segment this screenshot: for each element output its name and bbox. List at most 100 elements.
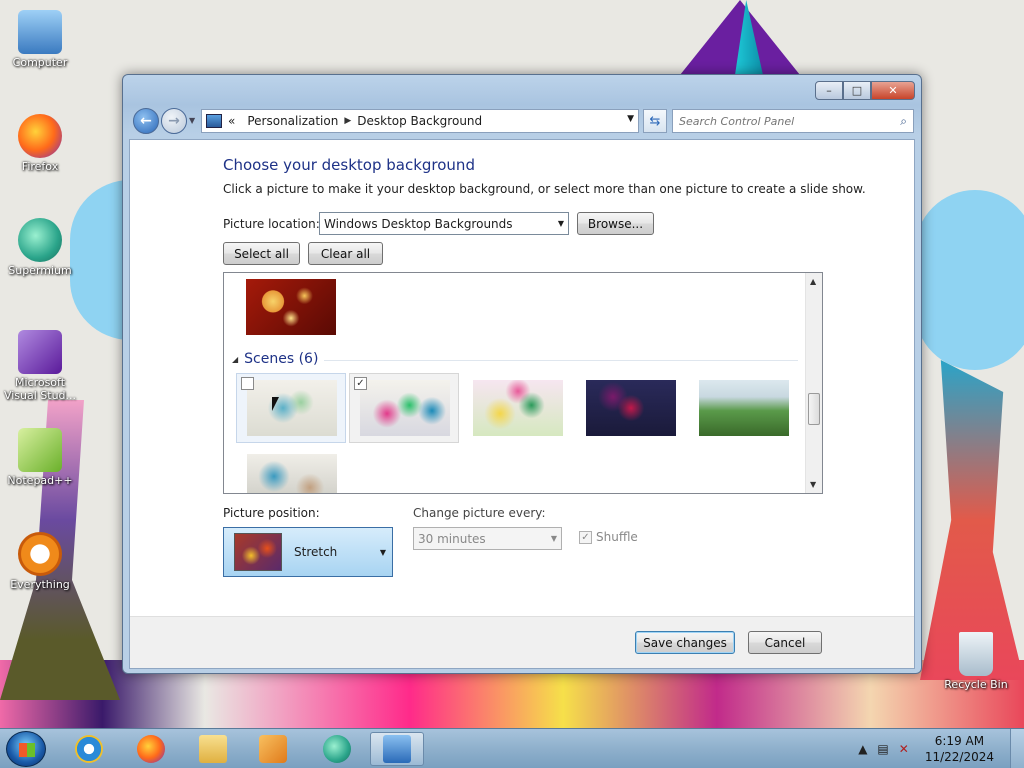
change-picture-dropdown[interactable]: 30 minutes ▼ [413,527,562,550]
show-hidden-icons-button[interactable]: ▲ [858,742,867,756]
taskbar-firefox[interactable] [124,732,178,766]
taskbar-internet-explorer[interactable] [62,732,116,766]
desktop-icon-label: Notepad++ [7,474,73,487]
wallpaper-shape [915,190,1024,370]
notepadpp-icon [18,428,62,472]
breadcrumb-separator-icon[interactable]: ▶ [344,116,351,126]
volume-muted-icon[interactable]: ✕ [899,742,909,756]
network-icon[interactable]: ▤ [877,742,888,756]
desktop-icon-supermium[interactable]: Supermium [2,218,78,277]
desktop-icon-computer[interactable]: Computer [2,10,78,69]
picture-checkbox[interactable] [241,377,254,390]
search-input[interactable] [679,114,901,128]
shuffle-checkbox[interactable]: ✓ [579,530,592,544]
save-changes-button[interactable]: Save changes [635,631,735,654]
picture-location-dropdown[interactable]: Windows Desktop Backgrounds ▼ [319,212,569,235]
picture-position-dropdown[interactable]: Stretch ▼ [223,527,393,577]
forward-button[interactable]: → [161,108,187,134]
scroll-up-icon[interactable]: ▲ [810,277,816,286]
taskbar-control-panel[interactable] [370,732,424,766]
desktop-background-window: – □ ✕ ← → ▼ « Personalization ▶ Desktop … [122,74,922,674]
refresh-button[interactable]: ⇆ [643,109,667,133]
browse-button[interactable]: Browse... [577,212,654,235]
start-button[interactable] [6,731,46,767]
clear-all-button[interactable]: Clear all [308,242,383,265]
taskbar-supermium[interactable] [310,732,364,766]
desktop-icon-recycle-bin[interactable]: Recycle Bin [938,632,1014,691]
chevron-down-icon: ▼ [379,547,386,557]
picture-thumbnail [247,380,337,436]
picture-thumbnail[interactable] [246,279,336,335]
dialog-footer: Save changes Cancel [130,616,914,668]
taskbar-file-explorer[interactable] [186,732,240,766]
picture-location-value: Windows Desktop Backgrounds [324,216,513,231]
desktop-icon-label: Microsoft Visual Stud... [3,376,77,402]
clock-time: 6:19 AM [934,734,985,748]
picture-thumbnail [247,454,337,493]
clock[interactable]: 6:19 AM 11/22/2024 [925,733,994,765]
everything-icon [18,532,62,576]
picture-tile[interactable] [575,373,685,443]
picture-tile[interactable]: ✓ [349,373,459,443]
collapse-icon[interactable]: ◢ [232,355,238,364]
desktop-icon-label: Firefox [21,160,59,173]
picture-tile[interactable] [688,373,798,443]
search-icon[interactable]: ⌕ [900,114,907,129]
picture-thumbnail [360,380,450,436]
group-header-scenes[interactable]: ◢ Scenes (6) [232,351,318,367]
recycle-bin-icon [959,632,993,676]
system-tray: ▲ ▤ ✕ 6:19 AM 11/22/2024 [858,729,1024,768]
scroll-down-icon[interactable]: ▼ [810,480,816,489]
cancel-button[interactable]: Cancel [748,631,822,654]
page-description: Click a picture to make it your desktop … [223,182,866,196]
select-all-button[interactable]: Select all [223,242,300,265]
visual-studio-icon [18,330,62,374]
desktop-icon-everything[interactable]: Everything [2,532,78,591]
address-dropdown-icon[interactable]: ▼ [627,114,634,124]
refresh-icon: ⇆ [649,113,661,129]
taskbar-media-player[interactable] [246,732,300,766]
picture-tile[interactable] [462,373,572,443]
show-desktop-button[interactable] [1010,729,1024,768]
chevron-down-icon: ▼ [557,219,564,228]
picture-thumbnail [473,380,563,436]
chevron-down-icon: ▼ [550,534,557,543]
desktop-icon-label: Computer [12,56,68,69]
firefox-icon [18,114,62,158]
close-button[interactable]: ✕ [871,81,915,100]
back-button[interactable]: ← [133,108,159,134]
maximize-button[interactable]: □ [843,81,871,100]
picture-position-label: Picture position: [223,506,320,520]
desktop-icon-firefox[interactable]: Firefox [2,114,78,173]
control-panel-icon [206,114,222,128]
minimize-button[interactable]: – [815,81,843,100]
picture-checkbox[interactable]: ✓ [354,377,367,390]
taskbar: ▲ ▤ ✕ 6:19 AM 11/22/2024 [0,728,1024,768]
gallery-scrollbar[interactable]: ▲ ▼ [805,273,822,493]
computer-icon [18,10,62,54]
breadcrumb-desktop-background[interactable]: Desktop Background [357,114,482,128]
recent-pages-dropdown[interactable]: ▼ [189,116,195,125]
desktop-icon-visual-studio[interactable]: Microsoft Visual Stud... [0,330,80,402]
scrollbar-thumb[interactable] [808,393,820,425]
desktop-icon-label: Everything [10,578,70,591]
picture-location-label: Picture location: [223,217,320,231]
supermium-icon [323,735,351,763]
picture-gallery: ◢ Scenes (6) ✓ ▲ ▼ [223,272,823,494]
shuffle-option[interactable]: ✓ Shuffle [579,530,638,544]
picture-tile[interactable] [236,373,346,443]
breadcrumb-prefix[interactable]: « [228,114,235,128]
group-divider [324,360,798,361]
search-box[interactable]: ⌕ [672,109,914,133]
desktop-icon-notepadpp[interactable]: Notepad++ [2,428,78,487]
firefox-icon [137,735,165,763]
picture-position-preview [234,533,282,571]
picture-tile[interactable] [236,447,346,493]
media-player-icon [259,735,287,763]
group-name: Scenes (6) [244,351,319,367]
picture-thumbnail [586,380,676,436]
mouse-cursor-icon [272,397,279,411]
desktop-icon-label: Recycle Bin [944,678,1008,691]
address-bar[interactable]: « Personalization ▶ Desktop Background ▼ [201,109,639,133]
breadcrumb-personalization[interactable]: Personalization [247,114,338,128]
